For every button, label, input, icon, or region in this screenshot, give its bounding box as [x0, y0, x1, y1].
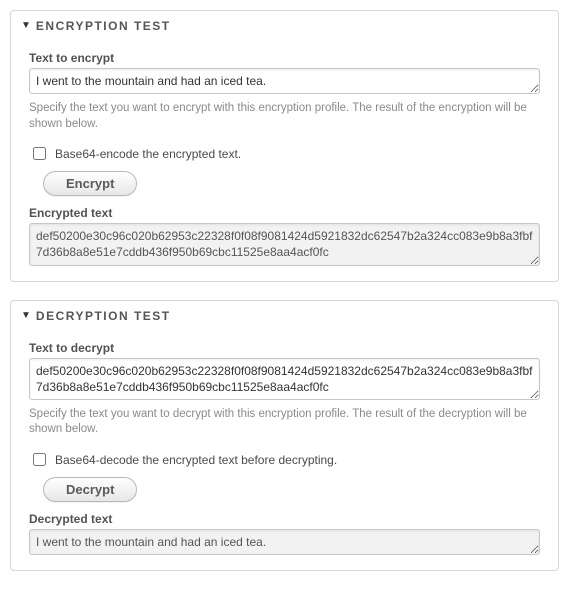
- base64-decode-row[interactable]: Base64-decode the encrypted text before …: [29, 450, 540, 469]
- decryption-panel-title: DECRYPTION TEST: [36, 309, 171, 323]
- text-to-encrypt-input[interactable]: [29, 68, 540, 94]
- encryption-panel-body: Text to encrypt Specify the text you wan…: [11, 37, 558, 269]
- decrypted-text-output[interactable]: [29, 529, 540, 555]
- encryption-panel: ▼ ENCRYPTION TEST Text to encrypt Specif…: [10, 10, 559, 282]
- decrypted-text-label: Decrypted text: [29, 512, 540, 526]
- base64-encode-label: Base64-encode the encrypted text.: [55, 147, 241, 161]
- text-to-encrypt-label: Text to encrypt: [29, 51, 540, 65]
- base64-decode-label: Base64-decode the encrypted text before …: [55, 453, 337, 467]
- base64-encode-checkbox[interactable]: [33, 147, 46, 160]
- base64-decode-checkbox[interactable]: [33, 453, 46, 466]
- decryption-panel: ▼ DECRYPTION TEST Text to decrypt Specif…: [10, 300, 559, 572]
- disclosure-triangle-icon: ▼: [21, 21, 31, 31]
- text-to-decrypt-input[interactable]: [29, 358, 540, 400]
- decryption-panel-body: Text to decrypt Specify the text you wan…: [11, 327, 558, 559]
- text-to-decrypt-label: Text to decrypt: [29, 341, 540, 355]
- disclosure-triangle-icon: ▼: [21, 311, 31, 321]
- encrypted-text-output[interactable]: [29, 223, 540, 265]
- base64-encode-row[interactable]: Base64-encode the encrypted text.: [29, 144, 540, 163]
- decrypt-button[interactable]: Decrypt: [43, 477, 137, 502]
- encrypt-button[interactable]: Encrypt: [43, 171, 137, 196]
- decryption-panel-toggle[interactable]: ▼ DECRYPTION TEST: [11, 301, 558, 327]
- encryption-panel-title: ENCRYPTION TEST: [36, 19, 171, 33]
- decrypt-help-text: Specify the text you want to decrypt wit…: [29, 407, 540, 438]
- encrypt-help-text: Specify the text you want to encrypt wit…: [29, 101, 540, 132]
- encrypted-text-label: Encrypted text: [29, 206, 540, 220]
- encryption-panel-toggle[interactable]: ▼ ENCRYPTION TEST: [11, 11, 558, 37]
